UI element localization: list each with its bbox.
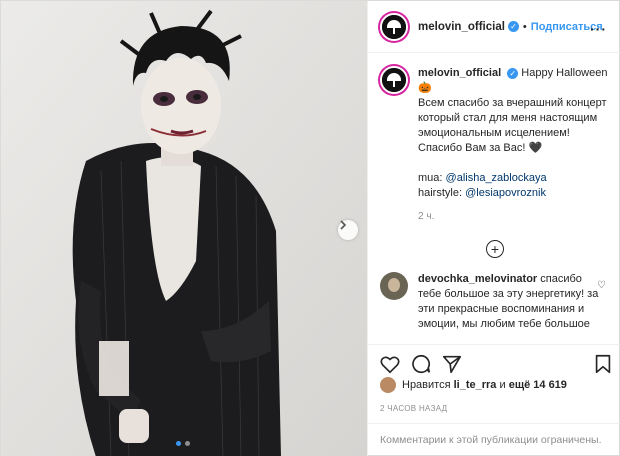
caption: melovin_official ✓ Happy Halloween 🎃 Все…	[380, 66, 610, 224]
verified-icon: ✓	[507, 67, 519, 79]
next-image-button[interactable]	[338, 220, 358, 240]
chevron-right-icon	[340, 220, 347, 230]
caption-text: melovin_official ✓ Happy Halloween 🎃 Все…	[418, 66, 610, 224]
author-username[interactable]: melovin_official	[418, 21, 505, 33]
caption-body-2: Спасибо Вам за Вас! 🖤	[418, 142, 543, 154]
post-date: 2 часов назад	[380, 404, 448, 413]
liker-username[interactable]: li_te_rra	[454, 379, 497, 391]
liker-avatar	[380, 377, 396, 393]
more-options-icon[interactable]: ···	[590, 21, 607, 37]
commenter-username[interactable]: devochka_melovinator	[418, 273, 537, 285]
caption-body-1: Всем спасибо за вчерашний концерт которы…	[418, 97, 607, 139]
carousel-dot	[185, 441, 190, 446]
caption-heading: Happy Halloween	[521, 67, 608, 79]
hairstyle-label: hairstyle:	[418, 187, 463, 199]
caption-avatar[interactable]	[380, 66, 408, 94]
mua-handle-link[interactable]: @alisha_zablockaya	[446, 172, 547, 184]
carousel-dot-active	[176, 441, 181, 446]
comment-text: devochka_melovinator спасибо тебе большо…	[418, 272, 603, 332]
verified-icon: ✓	[507, 21, 519, 32]
likes-and: и	[499, 379, 506, 391]
hairstyle-handle-link[interactable]: @lesiapovroznik	[465, 187, 546, 199]
caption-username[interactable]: melovin_official	[418, 67, 501, 79]
heart-icon[interactable]	[379, 353, 401, 375]
carousel-indicator	[176, 441, 190, 446]
instagram-post-modal: melovin_official ✓ • Подписаться ··· mel…	[0, 0, 620, 456]
load-more-comments: +	[380, 240, 610, 258]
halloween-portrait-image	[1, 1, 367, 456]
likes-summary: Нравится li_te_rra и ещё 14 619	[380, 377, 567, 393]
comments-disabled-notice: Комментарии к этой публикации ограничены…	[368, 423, 620, 456]
likes-count[interactable]: ещё 14 619	[509, 379, 567, 391]
post-header: melovin_official ✓ • Подписаться ···	[368, 1, 620, 53]
header-separator: •	[522, 20, 527, 33]
save-icon[interactable]	[592, 353, 614, 375]
mua-label: mua:	[418, 172, 443, 184]
post-photo	[1, 1, 367, 456]
comment-item: devochka_melovinator спасибо тебе большо…	[380, 272, 610, 332]
plus-circle-icon[interactable]: +	[486, 240, 504, 258]
likes-prefix: Нравится	[402, 379, 451, 391]
author-avatar[interactable]	[380, 12, 408, 41]
pumpkin-emoji: 🎃	[418, 82, 432, 94]
comment-like-icon[interactable]: ♡	[597, 280, 606, 291]
comments-section: melovin_official ✓ Happy Halloween 🎃 Все…	[368, 54, 620, 344]
commenter-avatar[interactable]	[380, 272, 408, 300]
share-icon[interactable]	[441, 353, 463, 375]
post-side-panel: melovin_official ✓ • Подписаться ··· mel…	[367, 1, 620, 456]
comment-icon[interactable]	[410, 353, 432, 375]
caption-time: 2 ч.	[418, 211, 435, 222]
